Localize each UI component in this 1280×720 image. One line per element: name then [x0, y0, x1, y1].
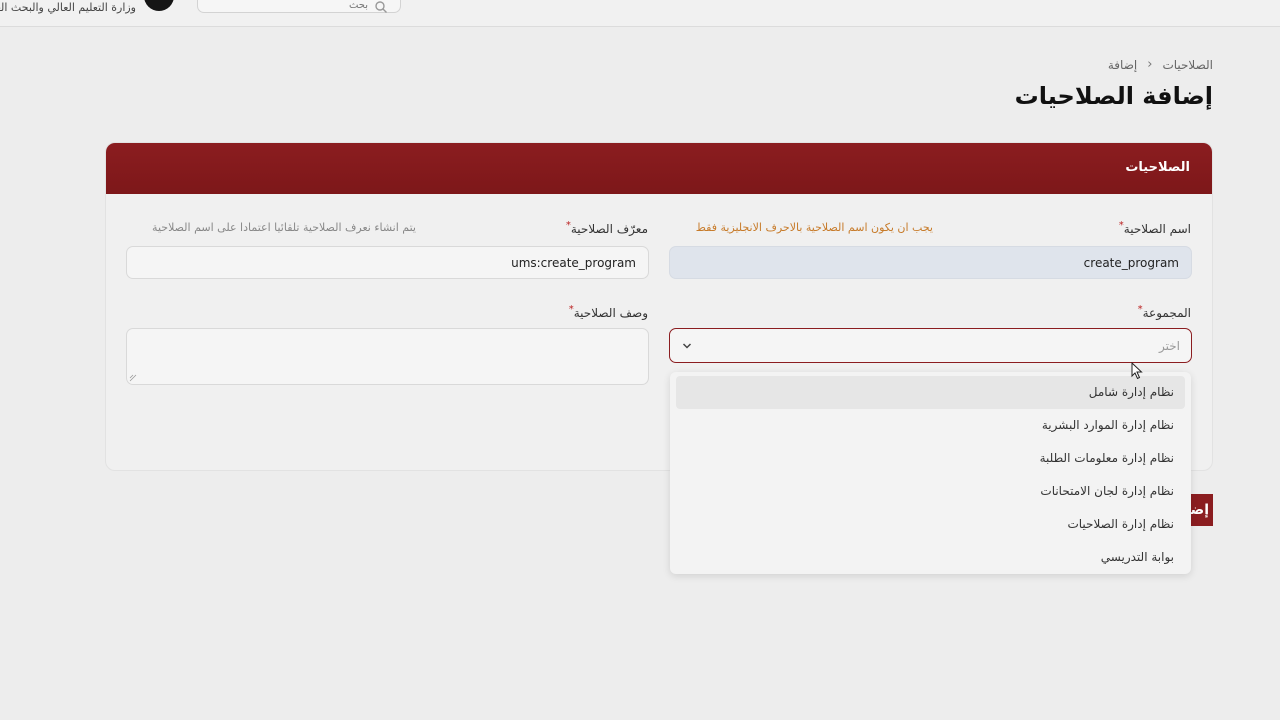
chevron-down-icon[interactable]: [682, 341, 692, 351]
description-textarea[interactable]: [126, 328, 649, 385]
dropdown-option[interactable]: نظام إدارة الموارد البشرية: [676, 409, 1185, 442]
permission-name-label: اسم الصلاحية*: [1118, 220, 1191, 236]
search-box[interactable]: [197, 0, 401, 13]
breadcrumb-current: إضافة: [1107, 57, 1138, 72]
dropdown-option[interactable]: نظام إدارة الصلاحيات: [676, 508, 1185, 541]
search-icon: [375, 1, 387, 13]
permission-name-input[interactable]: create_program: [669, 246, 1192, 279]
ministry-name: وزارة التعليم العالي والبحث العلمي: [0, 1, 136, 14]
permission-id-input[interactable]: ums:create_program: [126, 246, 649, 279]
top-bar: وزارة التعليم العالي والبحث العلمي: [0, 0, 1280, 27]
dropdown-option[interactable]: نظام إدارة شامل: [676, 376, 1185, 409]
permission-name-hint: يجب ان يكون اسم الصلاحية بالاحرف الانجلي…: [695, 221, 933, 234]
dropdown-option[interactable]: نظام إدارة معلومات الطلبة: [676, 442, 1185, 475]
ministry-logo[interactable]: [144, 0, 174, 11]
search-input[interactable]: [228, 0, 368, 12]
permission-id-label: معرّف الصلاحية*: [565, 220, 648, 236]
mouse-cursor-icon: [1131, 362, 1143, 380]
page-title: إضافة الصلاحيات: [1014, 82, 1213, 110]
breadcrumb-permissions-link[interactable]: الصلاحيات: [1162, 58, 1213, 72]
dropdown-option[interactable]: بوابة التدريسي: [676, 541, 1185, 574]
description-label: وصف الصلاحية*: [568, 304, 648, 320]
group-select[interactable]: اختر: [669, 328, 1192, 363]
card-header: الصلاحيات: [106, 143, 1212, 194]
card-title: الصلاحيات: [1125, 160, 1190, 175]
group-select-placeholder: اختر: [1159, 339, 1180, 353]
dropdown-option[interactable]: نظام إدارة لجان الامتحانات: [676, 475, 1185, 508]
group-label: المجموعة*: [1137, 304, 1191, 320]
breadcrumb: الصلاحيات ‹ إضافة: [1108, 57, 1213, 72]
permission-id-hint: يتم انشاء نعرف الصلاحية تلقائيا اعتمادا …: [152, 221, 416, 234]
chevron-left-icon: ‹: [1147, 57, 1153, 72]
group-dropdown-menu: نظام إدارة شامل نظام إدارة الموارد البشر…: [670, 372, 1191, 574]
resize-grip-icon[interactable]: [129, 374, 137, 382]
